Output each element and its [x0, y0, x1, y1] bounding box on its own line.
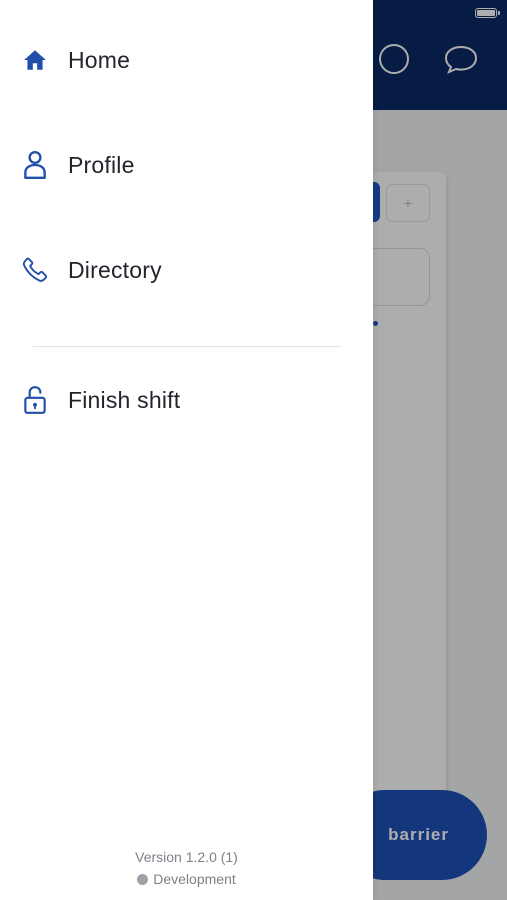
menu-item-finish-shift[interactable]: Finish shift — [0, 370, 373, 430]
menu-item-profile[interactable]: Profile — [0, 135, 373, 195]
person-icon — [20, 150, 50, 180]
menu-item-label: Profile — [68, 151, 135, 178]
version-text: Version 1.2.0 (1) — [135, 849, 238, 865]
home-icon — [20, 45, 50, 75]
menu-item-label: Directory — [68, 256, 162, 283]
menu-item-label: Home — [68, 46, 131, 73]
environment-text: Development — [153, 871, 236, 887]
menu-divider — [33, 346, 341, 347]
environment-icon — [137, 874, 149, 885]
navigation-drawer: Home Profile Directory Finish shift Vers… — [0, 0, 373, 900]
unlock-icon — [20, 385, 50, 415]
environment-row: Development — [0, 868, 373, 890]
menu-item-directory[interactable]: Directory — [0, 240, 373, 300]
drawer-footer: Version 1.2.0 (1) Development — [0, 846, 373, 890]
phone-icon — [20, 255, 50, 285]
menu-item-label: Finish shift — [68, 386, 181, 413]
menu-item-home[interactable]: Home — [0, 30, 373, 90]
